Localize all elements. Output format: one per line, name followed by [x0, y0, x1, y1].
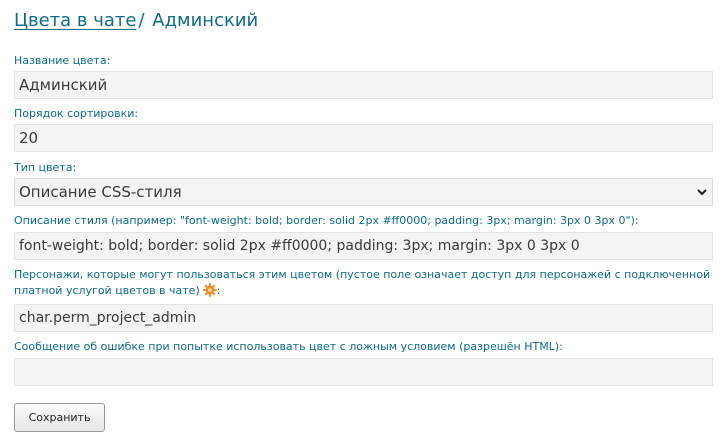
error-message-label: Сообщение об ошибке при попытке использо… — [14, 340, 563, 353]
error-message-input[interactable] — [14, 358, 713, 386]
sort-order-label: Порядок сортировки: — [14, 107, 139, 120]
page-title: Админский — [152, 10, 259, 31]
breadcrumb: Цвета в чате / Админский — [14, 10, 258, 32]
color-name-input[interactable]: Админский — [14, 71, 713, 99]
color-name-label: Название цвета: — [14, 54, 111, 67]
breadcrumb-separator: / — [138, 10, 145, 31]
characters-label-line2: платной услугой цветов в чате) : — [14, 283, 220, 299]
save-button[interactable]: Сохранить — [14, 403, 105, 432]
gear-icon[interactable] — [202, 283, 217, 297]
characters-label-line1: Персонажи, которые могут пользоваться эт… — [14, 268, 711, 281]
characters-label-text: платной услугой цветов в чате) — [14, 284, 200, 297]
color-type-select[interactable]: Описание CSS-стиля — [14, 178, 713, 206]
style-description-label: Описание стиля (например: "font-weight: … — [14, 214, 639, 227]
characters-label-colon: : — [216, 284, 221, 297]
color-type-label: Тип цвета: — [14, 161, 77, 174]
sort-order-input[interactable]: 20 — [14, 124, 713, 152]
breadcrumb-parent-link[interactable]: Цвета в чате — [14, 10, 136, 31]
characters-input[interactable]: char.perm_project_admin — [14, 304, 713, 332]
chevron-down-icon — [697, 189, 707, 196]
color-type-selected: Описание CSS-стиля — [19, 183, 182, 201]
style-description-input[interactable]: font-weight: bold; border: solid 2px #ff… — [14, 232, 713, 260]
